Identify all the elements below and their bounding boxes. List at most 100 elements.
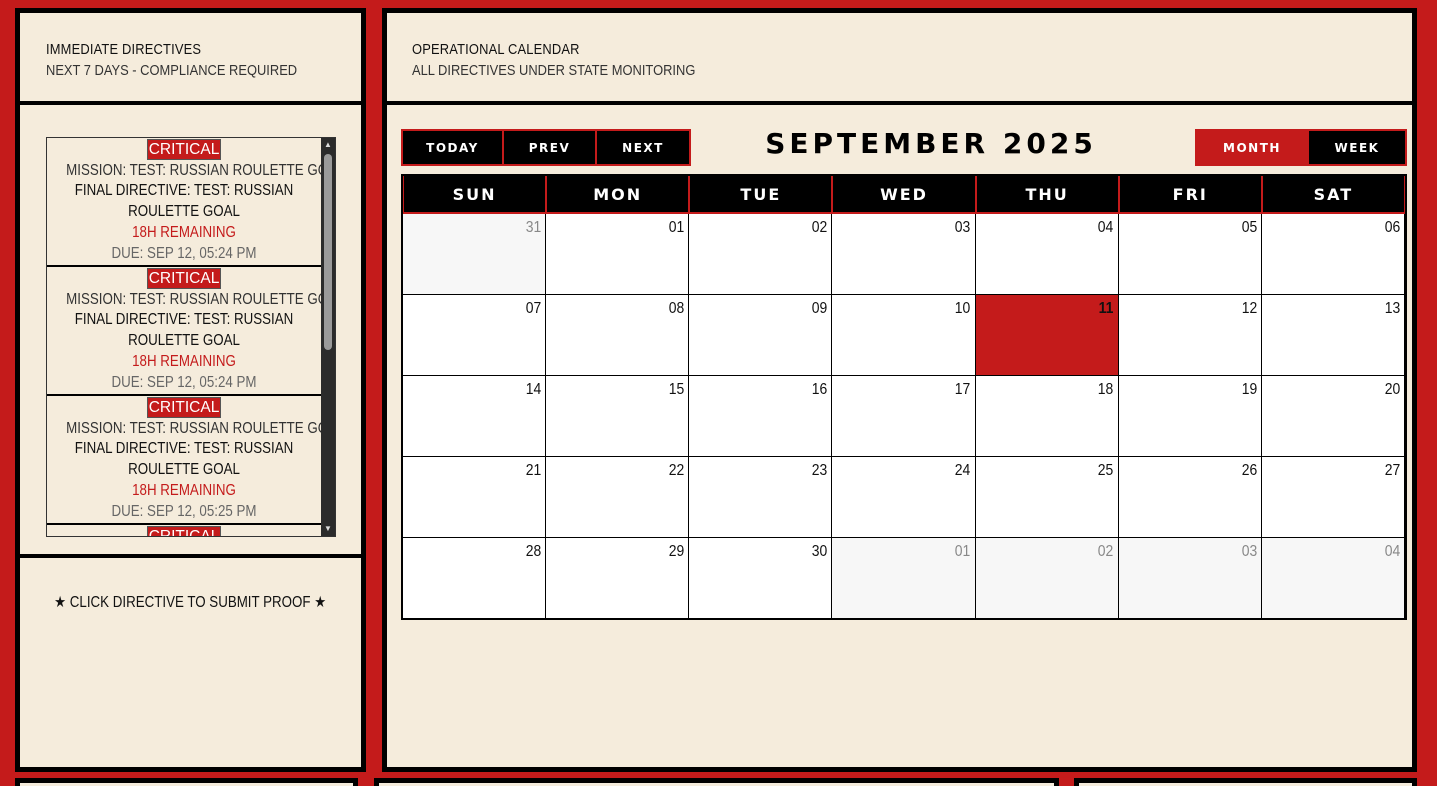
- day-number: 07: [525, 300, 542, 317]
- calendar-day[interactable]: 14: [403, 376, 547, 457]
- calendar-day[interactable]: 12: [1118, 295, 1262, 376]
- day-number: 15: [668, 381, 685, 398]
- day-number: 05: [1241, 219, 1257, 236]
- day-number: 23: [811, 462, 828, 479]
- calendar-day[interactable]: 01: [832, 538, 976, 619]
- directive-remaining: 18H REMAINING: [132, 223, 236, 241]
- next-button[interactable]: NEXT: [597, 131, 689, 164]
- day-number: 22: [668, 462, 685, 479]
- calendar-day[interactable]: 22: [546, 457, 690, 538]
- calendar-day-today[interactable]: 11: [975, 295, 1119, 376]
- scroll-up-icon[interactable]: ▲: [321, 138, 335, 152]
- weekday-header: FRI: [1118, 176, 1262, 214]
- directive-list-area: CRITICAL MISSION: TEST: RUSSIAN ROULETTE…: [20, 109, 361, 558]
- today-button[interactable]: TODAY: [403, 131, 504, 164]
- bottom-panel-right: [1074, 778, 1417, 786]
- weekday-header: SAT: [1261, 176, 1405, 214]
- calendar-day[interactable]: 15: [546, 376, 690, 457]
- day-number: 24: [955, 462, 971, 479]
- month-view-button[interactable]: MONTH: [1197, 131, 1309, 164]
- calendar-day[interactable]: 17: [832, 376, 976, 457]
- calendar-day[interactable]: 02: [689, 214, 833, 295]
- calendar-day[interactable]: 21: [403, 457, 547, 538]
- day-number: 10: [955, 300, 971, 317]
- day-number: 19: [1241, 381, 1257, 398]
- calendar-day[interactable]: 05: [1118, 214, 1262, 295]
- day-number: 16: [811, 381, 828, 398]
- critical-badge: CRITICAL: [146, 139, 222, 160]
- day-number: 03: [955, 219, 971, 236]
- calendar-day[interactable]: 03: [832, 214, 976, 295]
- directives-title: IMMEDIATE DIRECTIVES: [46, 41, 202, 58]
- calendar-week-row: 14 15 16 17 18 19 20: [403, 376, 1405, 457]
- calendar-day[interactable]: 30: [689, 538, 833, 619]
- calendar-day[interactable]: 31: [403, 214, 547, 295]
- weekday-header-row: SUN MON TUE WED THU FRI SAT: [403, 176, 1405, 214]
- calendar-day[interactable]: 24: [832, 457, 976, 538]
- calendar-day[interactable]: 04: [975, 214, 1119, 295]
- day-number: 30: [811, 543, 828, 560]
- proof-hint: ★ CLICK DIRECTIVE TO SUBMIT PROOF ★: [20, 593, 361, 612]
- day-number: 12: [1241, 300, 1257, 317]
- calendar-day[interactable]: 25: [975, 457, 1119, 538]
- calendar-day[interactable]: 19: [1118, 376, 1262, 457]
- weekday-header: WED: [832, 176, 976, 214]
- calendar-day[interactable]: 03: [1118, 538, 1262, 619]
- calendar-day[interactable]: 06: [1261, 214, 1405, 295]
- calendar-panel: OPERATIONAL CALENDAR ALL DIRECTIVES UNDE…: [382, 8, 1417, 772]
- day-number: 17: [955, 381, 971, 398]
- directive-final-line1: FINAL DIRECTIVE: TEST: RUSSIAN: [74, 311, 294, 329]
- day-number: 28: [525, 543, 542, 560]
- day-number: 20: [1384, 381, 1400, 398]
- weekday-header: SUN: [403, 176, 547, 214]
- calendar-day[interactable]: 18: [975, 376, 1119, 457]
- week-view-button[interactable]: WEEK: [1309, 131, 1405, 164]
- directive-card[interactable]: CRITICAL MISSION: TEST: RUSSIAN ROULETTE…: [47, 396, 335, 525]
- calendar-day[interactable]: 26: [1118, 457, 1262, 538]
- scroll-thumb[interactable]: [324, 154, 332, 350]
- directive-final-line2: ROULETTE GOAL: [128, 203, 240, 221]
- calendar-day[interactable]: 07: [403, 295, 547, 376]
- calendar-day[interactable]: 20: [1261, 376, 1405, 457]
- proof-hint-text: ★ CLICK DIRECTIVE TO SUBMIT PROOF ★: [54, 594, 327, 611]
- calendar-panel-title: OPERATIONAL CALENDAR: [412, 41, 580, 58]
- calendar-day[interactable]: 01: [546, 214, 690, 295]
- calendar-day[interactable]: 02: [975, 538, 1119, 619]
- calendar-day[interactable]: 10: [832, 295, 976, 376]
- directive-card[interactable]: CRITICAL: [47, 525, 321, 536]
- directive-remaining: 18H REMAINING: [132, 481, 236, 499]
- calendar-day[interactable]: 09: [689, 295, 833, 376]
- directive-card[interactable]: CRITICAL MISSION: TEST: RUSSIAN ROULETTE…: [47, 138, 335, 267]
- day-number: 13: [1384, 300, 1400, 317]
- directive-mission: MISSION: TEST: RUSSIAN ROULETTE GOAL: [66, 290, 336, 308]
- weekday-header: THU: [975, 176, 1119, 214]
- directives-header: IMMEDIATE DIRECTIVES NEXT 7 DAYS - COMPL…: [20, 13, 361, 105]
- day-number: 04: [1384, 543, 1400, 560]
- directive-final-line2: ROULETTE GOAL: [128, 332, 240, 350]
- day-number: 11: [1098, 300, 1114, 317]
- day-number: 02: [1098, 543, 1114, 560]
- calendar-week-row: 07 08 09 10 11 12 13: [403, 295, 1405, 376]
- calendar-day[interactable]: 27: [1261, 457, 1405, 538]
- calendar-toolbar: TODAY PREV NEXT SEPTEMBER 2025 MONTH WEE…: [401, 127, 1407, 166]
- weekday-header: MON: [546, 176, 690, 214]
- calendar-day[interactable]: 23: [689, 457, 833, 538]
- prev-button[interactable]: PREV: [504, 131, 597, 164]
- directive-due: DUE: SEP 12, 05:24 PM: [111, 244, 257, 262]
- directive-remaining: 18H REMAINING: [132, 352, 236, 370]
- day-number: 02: [811, 219, 828, 236]
- directive-due: DUE: SEP 12, 05:24 PM: [111, 373, 257, 391]
- scroll-down-icon[interactable]: ▼: [321, 522, 335, 536]
- directive-scrollbar[interactable]: ▲ ▼: [321, 138, 335, 536]
- directive-card[interactable]: CRITICAL MISSION: TEST: RUSSIAN ROULETTE…: [47, 267, 336, 396]
- calendar-day[interactable]: 13: [1261, 295, 1405, 376]
- calendar-day[interactable]: 16: [689, 376, 833, 457]
- calendar-day[interactable]: 04: [1261, 538, 1405, 619]
- calendar-day[interactable]: 28: [403, 538, 547, 619]
- calendar-month-title: SEPTEMBER 2025: [765, 127, 1097, 160]
- weekday-header: TUE: [689, 176, 833, 214]
- calendar-day[interactable]: 08: [546, 295, 690, 376]
- directive-list[interactable]: CRITICAL MISSION: TEST: RUSSIAN ROULETTE…: [46, 137, 336, 537]
- directive-due: DUE: SEP 12, 05:25 PM: [111, 502, 257, 520]
- calendar-day[interactable]: 29: [546, 538, 690, 619]
